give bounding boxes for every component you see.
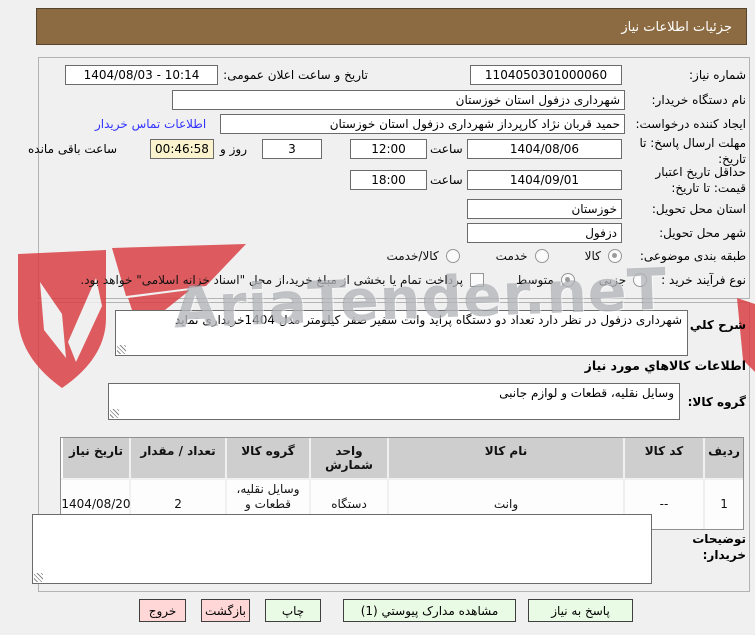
col-group: گروه کالا bbox=[225, 438, 309, 478]
radio-minor[interactable] bbox=[633, 273, 648, 287]
buyer-notes-textarea[interactable] bbox=[32, 514, 652, 584]
radio-service[interactable] bbox=[534, 249, 549, 263]
treasury-checkbox-label: پرداخت تمام یا بخشی از مبلغ خرید،از محل … bbox=[80, 273, 464, 287]
delivery-city-input[interactable] bbox=[467, 223, 622, 243]
announce-datetime-label: تاریخ و ساعت اعلان عمومی: bbox=[223, 68, 368, 82]
need-number-label: شماره نیاز: bbox=[689, 68, 746, 82]
reply-deadline-label: مهلت ارسال پاسخ: تا تاریخ: bbox=[639, 136, 746, 166]
table-header-row: ردیف کد کالا نام کالا واحد شمارش گروه کا… bbox=[61, 438, 743, 480]
radio-goods[interactable] bbox=[607, 249, 622, 263]
treasury-checkbox[interactable] bbox=[470, 273, 485, 287]
need-number-input[interactable] bbox=[470, 65, 622, 85]
goods-group-label: گروه کالا: bbox=[687, 395, 746, 409]
reply-deadline-date-input[interactable] bbox=[467, 139, 622, 159]
back-button[interactable]: بازگشت bbox=[201, 599, 250, 622]
radio-service-label: خدمت bbox=[495, 249, 528, 263]
col-item-name: نام کالا bbox=[387, 438, 623, 478]
items-section-title: اطلاعات کالاهاي مورد نیاز bbox=[584, 358, 746, 373]
buyer-notes-label: توضیحات خریدار: bbox=[692, 532, 746, 562]
exit-button[interactable]: خروج bbox=[139, 599, 186, 622]
radio-goods-service[interactable] bbox=[445, 249, 460, 263]
view-attachments-button[interactable]: مشاهده مدارک پیوستي (1) bbox=[343, 599, 516, 622]
classification-label: طبقه بندی موضوعی: bbox=[639, 249, 746, 263]
col-row-number: ردیف bbox=[703, 438, 743, 478]
respond-to-need-button[interactable]: پاسخ به نیاز bbox=[528, 599, 633, 622]
buyer-org-label: نام دستگاه خریدار: bbox=[651, 93, 747, 107]
reply-deadline-time-input[interactable] bbox=[350, 139, 427, 159]
process-type-label: نوع فرآیند خرید : bbox=[661, 273, 746, 287]
radio-goods-label: کالا bbox=[584, 249, 601, 263]
countdown-time-input[interactable] bbox=[150, 139, 214, 159]
col-need-date: تاریخ نیاز bbox=[63, 438, 129, 478]
need-description-textarea[interactable]: شهرداری دزفول در نظر دارد تعداد دو دستگا… bbox=[115, 310, 688, 356]
col-quantity: تعداد / مقدار bbox=[129, 438, 225, 478]
page-title: جزئیات اطلاعات نیاز bbox=[36, 8, 747, 45]
countdown-days-input[interactable] bbox=[262, 139, 322, 159]
reply-hour-label: ساعت bbox=[430, 142, 463, 156]
cell-row-number: 1 bbox=[703, 480, 743, 529]
delivery-province-input[interactable] bbox=[467, 199, 622, 219]
buyer-contact-link[interactable]: اطلاعات تماس خریدار bbox=[95, 117, 206, 131]
goods-group-textarea[interactable]: وسایل نقلیه، قطعات و لوازم جانبی bbox=[108, 383, 680, 420]
radio-minor-label: جزیی bbox=[598, 273, 627, 287]
announce-datetime-input[interactable] bbox=[65, 65, 218, 85]
radio-medium-label: متوسط bbox=[516, 273, 554, 287]
radio-goods-service-label: کالا/خدمت bbox=[386, 249, 439, 263]
request-creator-input[interactable] bbox=[220, 114, 625, 134]
price-validity-time-input[interactable] bbox=[350, 170, 427, 190]
col-unit: واحد شمارش bbox=[309, 438, 387, 478]
delivery-province-label: استان محل تحویل: bbox=[651, 202, 746, 216]
countdown-days-word: روز و bbox=[220, 142, 247, 156]
price-validity-date-input[interactable] bbox=[467, 170, 622, 190]
need-details-page: جزئیات اطلاعات نیاز شماره نیاز: تاریخ و … bbox=[0, 0, 755, 635]
price-hour-label: ساعت bbox=[430, 173, 463, 187]
delivery-city-label: شهر محل تحویل: bbox=[659, 226, 746, 240]
countdown-remaining-label: ساعت باقی مانده bbox=[28, 142, 118, 156]
col-item-code: کد کالا bbox=[623, 438, 703, 478]
request-creator-label: ایجاد کننده درخواست: bbox=[635, 117, 746, 131]
buyer-org-input[interactable] bbox=[172, 90, 625, 110]
price-validity-label: حداقل تاریخ اعتبار قیمت: تا تاریخ: bbox=[655, 165, 746, 195]
radio-medium[interactable] bbox=[560, 273, 575, 287]
print-button[interactable]: چاپ bbox=[265, 599, 321, 622]
